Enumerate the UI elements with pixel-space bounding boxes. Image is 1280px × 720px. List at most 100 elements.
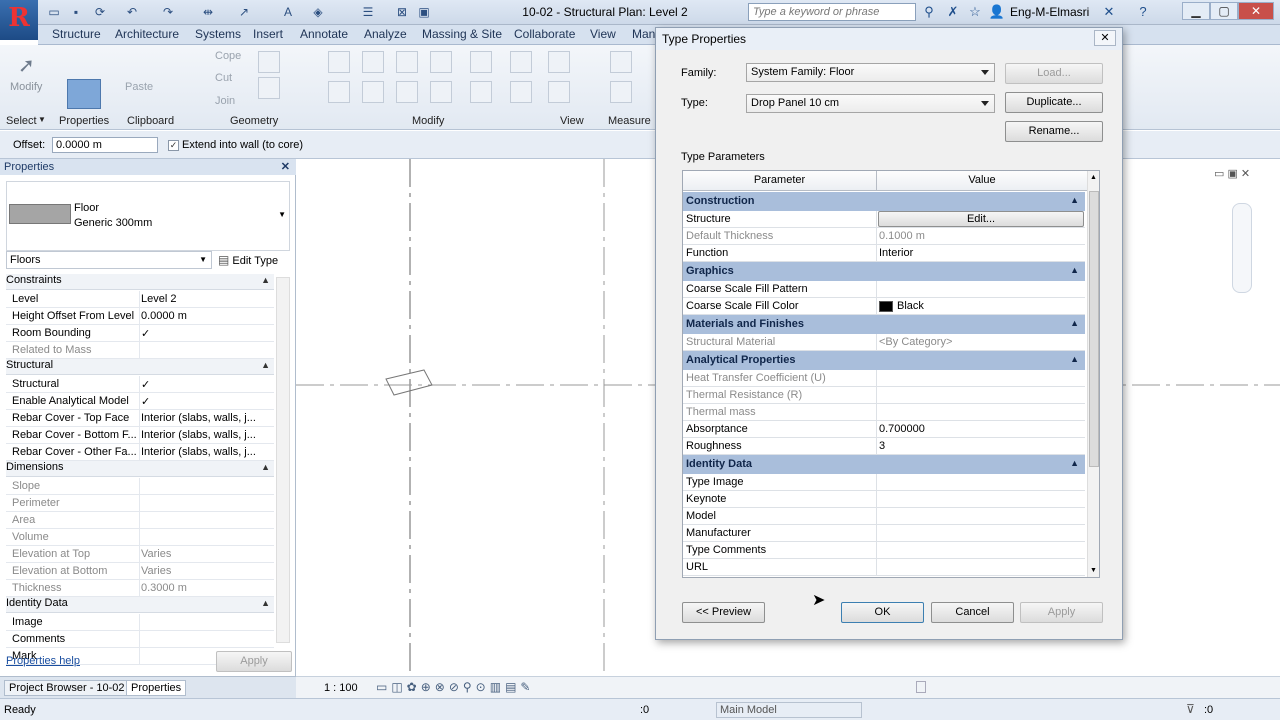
properties-scrollbar[interactable] [276,277,290,643]
move-icon[interactable] [328,81,350,103]
ok-button[interactable]: OK [841,602,924,623]
property-row[interactable]: Level Level 2 [6,291,274,308]
type-properties-button[interactable] [67,79,101,109]
close-icon[interactable]: ✕ [281,159,290,175]
open-icon[interactable]: ▭ [46,4,62,20]
dimension-icon[interactable]: ↗ [236,4,252,20]
parameter-group-header[interactable]: Identity Data ▲ [683,455,1085,474]
collapse-icon[interactable]: ▲ [1070,265,1079,275]
tab-architecture[interactable]: Architecture [115,27,179,41]
paste-button[interactable]: Paste [125,81,153,93]
tab-structure[interactable]: Structure [52,27,101,41]
view-graphics-icon[interactable] [548,51,570,73]
rename-button[interactable]: Rename... [1005,121,1103,142]
navigation-bar[interactable] [1232,203,1252,293]
horizontal-scroll-thumb[interactable] [916,681,926,693]
chevron-down-icon[interactable]: ▼ [278,210,286,219]
property-value[interactable]: ✓ [141,378,271,391]
property-row[interactable]: Height Offset From Level 0.0000 m [6,308,274,325]
tab-systems[interactable]: Systems [195,27,241,41]
user-name[interactable]: Eng-M-Elmasri [1010,5,1089,19]
parameter-group-header[interactable]: Materials and Finishes ▲ [683,315,1085,334]
geometry-tool-icon[interactable] [258,51,280,73]
parameter-row[interactable]: Coarse Scale Fill Pattern [683,281,1085,298]
parameter-row[interactable]: Thermal Resistance (R) [683,387,1085,404]
edit-structure-button[interactable]: Edit... [878,211,1084,227]
exchange-icon[interactable]: ✕ [1100,4,1118,20]
property-row[interactable]: Slope [6,478,274,495]
measure-icon[interactable]: ⇹ [200,4,216,20]
cancel-button[interactable]: Cancel [931,602,1014,623]
load-button[interactable]: Load... [1005,63,1103,84]
close-icon[interactable]: ✕ [1094,30,1116,46]
split-icon[interactable] [470,51,492,73]
property-row[interactable]: Rebar Cover - Top Face Interior (slabs, w… [6,410,274,427]
parameter-row[interactable]: Type Comments [683,542,1085,559]
property-row[interactable]: Structural ✓ [6,376,274,393]
tab-properties[interactable]: Properties [126,680,187,696]
redo-icon[interactable]: ↷ [160,4,176,20]
family-select[interactable]: System Family: Floor [746,63,995,82]
parameter-value[interactable]: 0.1000 m [879,230,925,242]
view-controls-icons[interactable]: ▭◫✿⊕⊗⊘⚲⊙▥▤✎ [376,680,534,694]
apply-button[interactable]: Apply [1020,602,1103,623]
collapse-icon[interactable]: ▲ [1070,195,1079,205]
copy-icon[interactable] [362,81,384,103]
property-value[interactable]: ✓ [141,327,271,340]
property-row[interactable]: Perimeter [6,495,274,512]
text-icon[interactable]: A [280,4,296,20]
subscription-icon[interactable]: ✗ [944,4,962,20]
workset-selector[interactable]: Main Model [716,702,862,718]
trim-icon[interactable] [430,81,452,103]
mirror-draw-icon[interactable] [430,51,452,73]
preview-button[interactable]: << Preview [682,602,765,623]
property-row[interactable]: Related to Mass [6,342,274,359]
parameter-row[interactable]: Structure Edit... [683,211,1085,228]
array-icon[interactable] [470,81,492,103]
maximize-button[interactable]: ▢ [1210,2,1238,20]
property-row[interactable]: Image [6,614,274,631]
dimension-icon[interactable] [610,81,632,103]
property-group-header[interactable]: Dimensions ▲ [6,461,274,477]
delete-icon[interactable] [510,81,532,103]
collapse-icon[interactable]: ▲ [1070,354,1079,364]
app-menu-button[interactable]: R [0,0,38,40]
property-value[interactable]: ✓ [141,395,271,408]
parameter-value[interactable]: <By Category> [879,336,952,348]
parameter-row[interactable]: Model [683,508,1085,525]
parameter-row[interactable]: Keynote [683,491,1085,508]
hide-icon[interactable] [548,81,570,103]
parameter-row[interactable]: Type Image [683,474,1085,491]
parameter-value[interactable]: 3 [879,440,885,452]
category-filter[interactable]: Floors ▼ [6,251,212,269]
collapse-icon[interactable]: ▲ [261,360,270,370]
property-row[interactable]: Elevation at Bottom Varies [6,563,274,580]
type-selector[interactable]: Floor Generic 300mm ▼ [6,181,290,251]
switch-windows-icon[interactable]: ▣ [416,4,432,20]
pin-icon[interactable] [510,51,532,73]
property-row[interactable]: Elevation at Top Varies [6,546,274,563]
property-value[interactable]: Interior (slabs, walls, j... [141,446,271,458]
table-scrollbar[interactable]: ▲ ▼ [1087,171,1099,577]
parameter-row[interactable]: Structural Material <By Category> [683,334,1085,351]
parameter-group-header[interactable]: Graphics ▲ [683,262,1085,281]
view-3d-icon[interactable]: ◈ [310,4,326,20]
save-icon[interactable]: ▪ [68,4,84,20]
property-value[interactable]: Level 2 [141,293,271,305]
offset-icon[interactable] [362,51,384,73]
property-row[interactable]: Thickness 0.3000 m [6,580,274,597]
parameter-row[interactable]: Default Thickness 0.1000 m [683,228,1085,245]
property-row[interactable]: Area [6,512,274,529]
property-value[interactable]: Interior (slabs, walls, j... [141,429,271,441]
favorites-icon[interactable]: ☆ [966,4,984,20]
color-swatch[interactable] [879,301,893,312]
extend-checkbox[interactable]: ✓ [168,139,179,151]
collapse-icon[interactable]: ▲ [1070,318,1079,328]
chevron-down-icon[interactable]: ▼ [38,115,46,124]
tab-annotate[interactable]: Annotate [300,27,348,41]
parameter-group-header[interactable]: Construction ▲ [683,192,1085,211]
property-value[interactable]: Interior (slabs, walls, j... [141,412,271,424]
thin-lines-icon[interactable]: ☰ [360,4,376,20]
parameter-row[interactable]: Heat Transfer Coefficient (U) [683,370,1085,387]
property-row[interactable]: Rebar Cover - Bottom F... Interior (slabs… [6,427,274,444]
